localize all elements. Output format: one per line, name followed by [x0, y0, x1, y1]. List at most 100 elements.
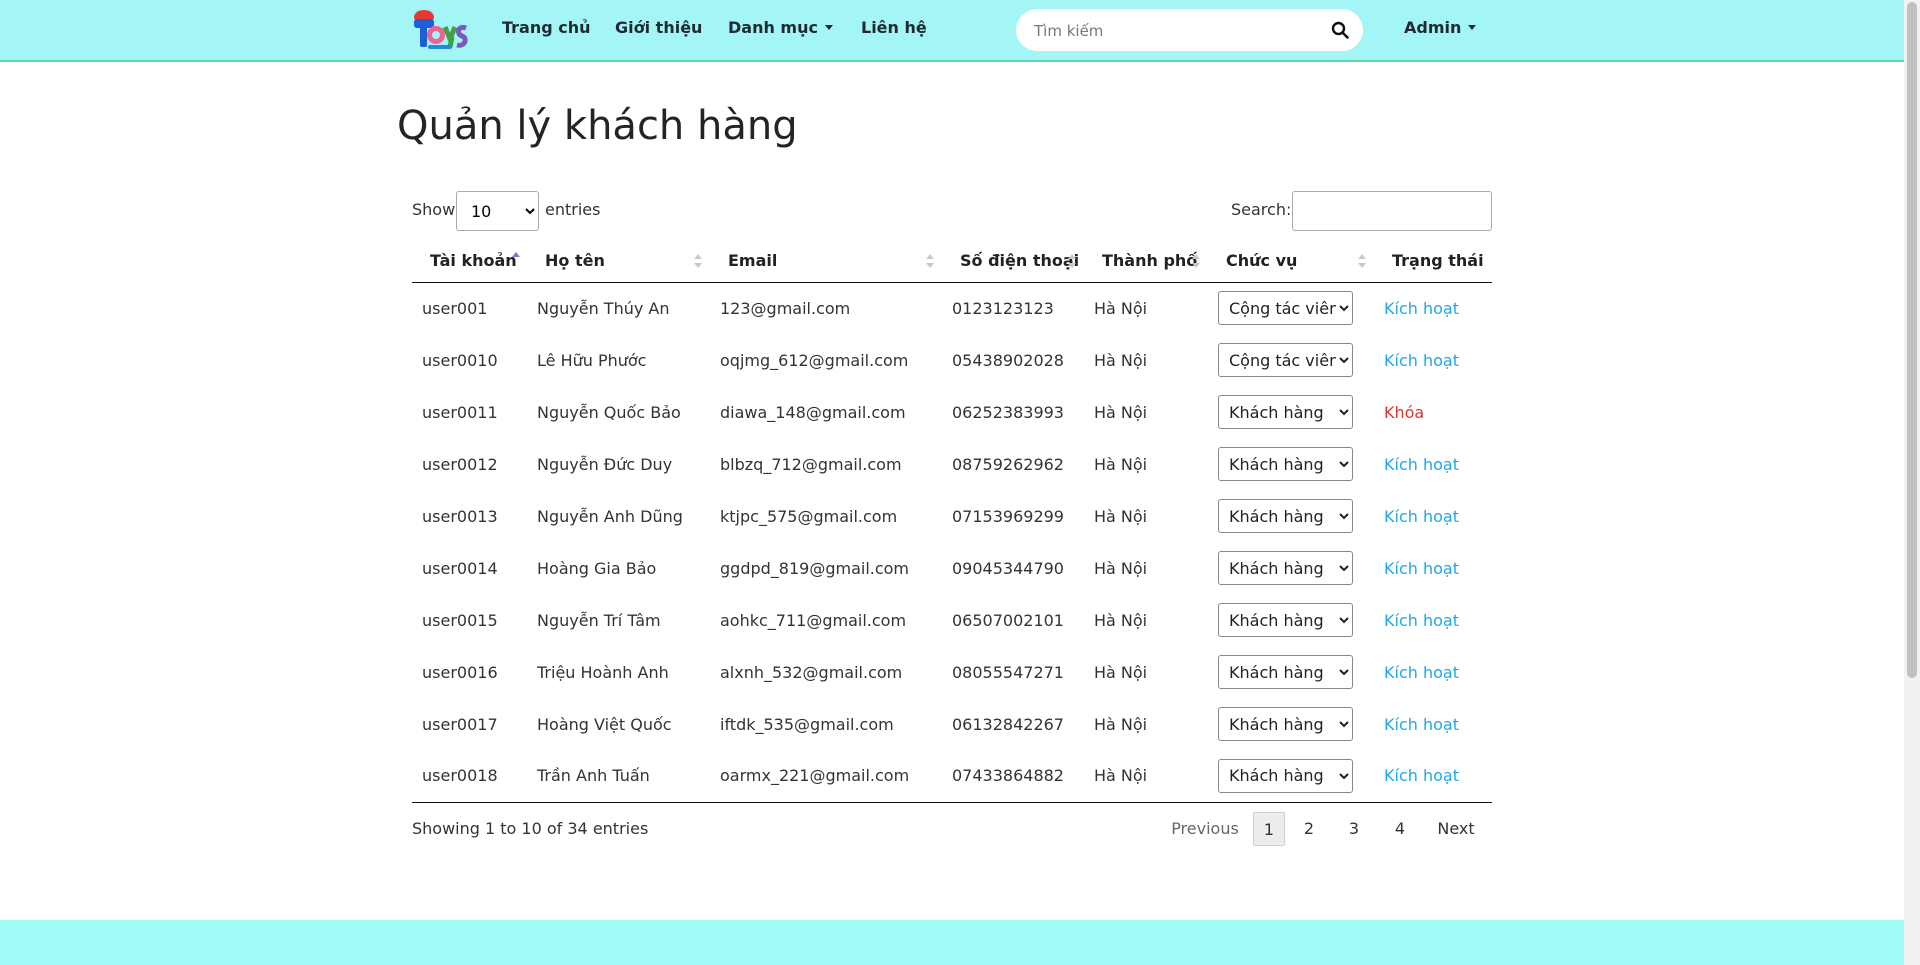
col-header-name[interactable]: Họ tên [527, 240, 710, 283]
cell-account: user0014 [422, 558, 498, 578]
status-toggle-link[interactable]: Khóa [1384, 403, 1424, 422]
cell-name: Lê Hữu Phước [537, 350, 647, 370]
status-toggle-link[interactable]: Kích hoạt [1384, 766, 1459, 785]
toys-logo[interactable] [410, 7, 468, 51]
cell-account: user0018 [412, 750, 527, 803]
cell-account: user0011 [422, 402, 498, 422]
pagination-page-3[interactable]: 3 [1338, 812, 1370, 846]
cell-role: Cộng tác viênKhách hàng [1208, 542, 1374, 594]
role-select[interactable]: Cộng tác viênKhách hàng [1218, 551, 1353, 585]
role-select[interactable]: Cộng tác viênKhách hàng [1218, 655, 1353, 689]
header-search-input[interactable] [1032, 19, 1316, 43]
cell-status: Kích hoạt [1374, 646, 1492, 698]
cell-status: Khóa [1374, 386, 1492, 438]
status-toggle-link[interactable]: Kích hoạt [1384, 455, 1459, 474]
status-toggle-link[interactable]: Kích hoạt [1384, 611, 1459, 630]
role-select[interactable]: Cộng tác viênKhách hàng [1218, 499, 1353, 533]
cell-role: Cộng tác viênKhách hàng [1208, 490, 1374, 542]
cell-account: user0017 [422, 714, 498, 734]
pagination-page-1[interactable]: 1 [1253, 812, 1285, 846]
status-toggle-link[interactable]: Kích hoạt [1384, 507, 1459, 526]
cell-role: Cộng tác viênKhách hàng [1208, 334, 1374, 386]
nav-home-link[interactable]: Trang chủ [502, 18, 591, 37]
cell-city: Hà Nội [1094, 662, 1148, 682]
scrollbar-thumb[interactable] [1907, 2, 1917, 678]
cell-city: Hà Nội [1094, 298, 1148, 318]
nav-contact-link[interactable]: Liên hệ [861, 18, 927, 37]
cell-status: Kích hoạt [1374, 594, 1492, 646]
cell-name: Nguyễn Anh Dũng [537, 506, 683, 526]
pagination-page-2[interactable]: 2 [1293, 812, 1325, 846]
page-length-select[interactable]: 102550100 [456, 191, 539, 231]
role-select[interactable]: Cộng tác viênKhách hàng [1218, 603, 1353, 637]
table-search-input[interactable] [1292, 191, 1492, 231]
sort-icon [694, 254, 702, 269]
cell-phone: 06252383993 [952, 402, 1064, 422]
caret-down-icon [1468, 25, 1477, 30]
table-row: user001 Nguyễn Thúy An 123@gmail.com 012312… [412, 282, 1492, 334]
cell-account: user0012 [422, 454, 498, 474]
cell-role: Cộng tác viênKhách hàng [1208, 386, 1374, 438]
role-select[interactable]: Cộng tác viênKhách hàng [1218, 758, 1353, 793]
role-select[interactable]: Cộng tác viênKhách hàng [1218, 707, 1353, 741]
cell-city: Hà Nội [1094, 402, 1148, 422]
cell-role: Cộng tác viênKhách hàng [1208, 594, 1374, 646]
table-row: user0014 Hoàng Gia Bảo ggdpd_819@gmail.com… [412, 542, 1492, 594]
table-header-row: Tài khoản Họ tên Email Số điện thoại Thà… [412, 240, 1492, 283]
cell-role: Cộng tác viênKhách hàng [1208, 750, 1374, 803]
role-select[interactable]: Cộng tác viênKhách hàng [1218, 291, 1353, 326]
admin-menu[interactable]: Admin [1404, 18, 1477, 37]
cell-email: aohkc_711@gmail.com [720, 610, 907, 630]
status-toggle-link[interactable]: Kích hoạt [1384, 663, 1459, 682]
col-header-phone[interactable]: Số điện thoại [942, 240, 1084, 283]
status-toggle-link[interactable]: Kích hoạt [1384, 715, 1459, 734]
table-row: user0011 Nguyễn Quốc Bảo diawa_148@gmail.c… [412, 386, 1492, 438]
cell-email: iftdk_535@gmail.com [720, 714, 894, 734]
pagination-previous[interactable]: Previous [1160, 812, 1250, 846]
col-header-account[interactable]: Tài khoản [412, 240, 527, 283]
nav-about-link[interactable]: Giới thiệu [615, 18, 702, 37]
cell-name: Trần Anh Tuấn [527, 750, 710, 803]
cell-email: ggdpd_819@gmail.com [720, 558, 910, 578]
status-toggle-link[interactable]: Kích hoạt [1384, 559, 1459, 578]
customers-table: Tài khoản Họ tên Email Số điện thoại Thà… [412, 240, 1492, 803]
col-header-city[interactable]: Thành phố [1084, 240, 1208, 283]
pagination-next[interactable]: Next [1426, 812, 1486, 846]
cell-status: Kích hoạt [1374, 282, 1492, 334]
col-header-status[interactable]: Trạng thái [1374, 240, 1492, 283]
cell-city: Hà Nội [1094, 558, 1148, 578]
col-header-label: Thành phố [1102, 251, 1198, 271]
admin-menu-label: Admin [1404, 18, 1462, 37]
col-header-label: Email [728, 251, 778, 271]
col-header-label: Họ tên [545, 251, 605, 271]
cell-phone: 08055547271 [952, 662, 1064, 682]
nav-categories-label: Danh mục [728, 18, 818, 37]
role-select[interactable]: Cộng tác viênKhách hàng [1218, 343, 1353, 377]
col-header-email[interactable]: Email [710, 240, 942, 283]
status-toggle-link[interactable]: Kích hoạt [1384, 351, 1459, 370]
cell-role: Cộng tác viênKhách hàng [1208, 438, 1374, 490]
col-header-role[interactable]: Chức vụ [1208, 240, 1374, 283]
table-row: user0017 Hoàng Việt Quốc iftdk_535@gmail.c… [412, 698, 1492, 750]
table-row: user0016 Triệu Hoành Anh alxnh_532@gmail.c… [412, 646, 1492, 698]
cell-email: alxnh_532@gmail.com [720, 662, 903, 682]
cell-status: Kích hoạt [1374, 438, 1492, 490]
page-scrollbar[interactable] [1904, 0, 1920, 965]
sort-icon [1192, 254, 1200, 269]
pagination-page-4[interactable]: 4 [1384, 812, 1416, 846]
status-toggle-link[interactable]: Kích hoạt [1384, 299, 1459, 318]
table-info: Showing 1 to 10 of 34 entries [412, 819, 649, 838]
cell-city: Hà Nội [1094, 350, 1148, 370]
search-icon[interactable] [1331, 21, 1349, 39]
cell-phone: 05438902028 [952, 350, 1064, 370]
role-select[interactable]: Cộng tác viênKhách hàng [1218, 395, 1353, 429]
col-header-label: Trạng thái [1392, 251, 1484, 271]
role-select[interactable]: Cộng tác viênKhách hàng [1218, 447, 1353, 481]
sort-asc-icon [512, 252, 520, 267]
cell-email: oqjmg_612@gmail.com [720, 350, 909, 370]
nav-categories-dropdown[interactable]: Danh mục [728, 18, 833, 37]
cell-status: Kích hoạt [1374, 334, 1492, 386]
cell-city: Hà Nội [1094, 714, 1148, 734]
header-search [1016, 9, 1363, 51]
table-row: user0018 Trần Anh Tuấn oarmx_221@gmail.com… [412, 750, 1492, 803]
